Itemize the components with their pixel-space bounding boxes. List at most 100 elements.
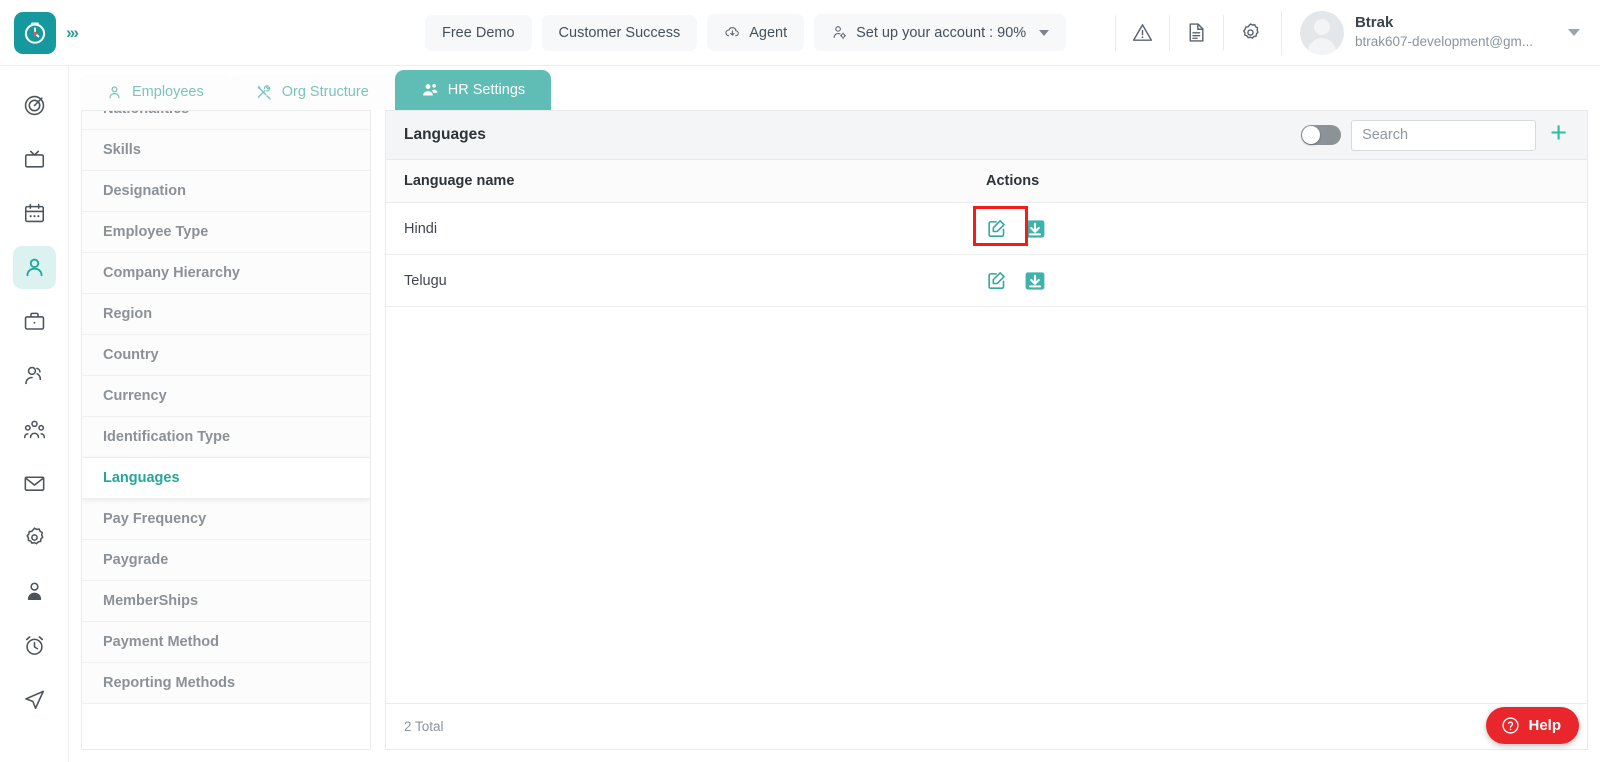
rail-item-employees[interactable] xyxy=(12,246,56,289)
rail-item-teams[interactable] xyxy=(13,408,56,451)
rail-item-users[interactable] xyxy=(13,354,56,397)
total-count-label: 2 Total xyxy=(404,719,444,734)
archive-button-telugu[interactable] xyxy=(1023,269,1047,293)
dashboard-target-icon xyxy=(24,95,44,116)
settings-item-label: Employee Type xyxy=(103,224,209,240)
tools-icon xyxy=(257,84,271,100)
cell-language-name: Hindi xyxy=(404,220,438,237)
tab-org-structure[interactable]: Org Structure xyxy=(229,74,395,110)
archived-toggle[interactable] xyxy=(1301,125,1342,145)
tab-employees[interactable]: Employees xyxy=(80,74,230,110)
column-header-actions: Actions xyxy=(986,173,1040,189)
archive-button-hindi[interactable] xyxy=(973,205,1047,246)
settings-item-company-hierarchy[interactable]: Company Hierarchy xyxy=(82,253,370,294)
settings-item-region[interactable]: Region xyxy=(82,294,370,335)
tv-monitor-icon xyxy=(24,150,44,168)
cell-language-name: Telugu xyxy=(404,272,447,289)
hr-settings-list-inner: Nationalities Skills Designation Employe… xyxy=(82,111,370,704)
table-footer: 2 Total xyxy=(386,703,1587,749)
settings-item-label: Nationalities xyxy=(103,111,189,117)
clock-logo-icon xyxy=(24,22,46,44)
settings-item-reporting-methods[interactable]: Reporting Methods xyxy=(82,663,370,704)
edit-button-telugu[interactable] xyxy=(986,270,1007,291)
rail-item-dashboard[interactable] xyxy=(13,84,56,127)
avatar xyxy=(1299,10,1344,55)
people-icon xyxy=(422,84,438,96)
settings-item-employee-type[interactable]: Employee Type xyxy=(82,212,370,253)
settings-item-memberships[interactable]: MemberShips xyxy=(82,581,370,622)
user-menu-chevron-down-icon[interactable] xyxy=(1568,29,1580,36)
table-row: Hindi xyxy=(386,203,1587,255)
briefcase-icon xyxy=(24,312,44,330)
user-settings-icon xyxy=(833,26,847,40)
agent-label: Agent xyxy=(749,24,788,41)
free-demo-label: Free Demo xyxy=(442,24,515,41)
rail-item-send[interactable] xyxy=(13,678,56,721)
tab-org-structure-label: Org Structure xyxy=(281,84,369,100)
settings-item-skills[interactable]: Skills xyxy=(82,130,370,171)
person-icon xyxy=(25,258,43,277)
archive-download-icon xyxy=(1025,219,1045,238)
settings-item-label: Region xyxy=(103,306,153,322)
settings-item-country[interactable]: Country xyxy=(82,335,370,376)
calendar-icon xyxy=(24,203,44,223)
help-button[interactable]: Help xyxy=(1486,707,1579,744)
document-icon[interactable] xyxy=(1168,14,1223,51)
settings-item-label: Identification Type xyxy=(103,429,231,445)
settings-item-label: MemberShips xyxy=(103,593,199,609)
top-nav-buttons: Free Demo Customer Success Agent Set up … xyxy=(425,14,1067,51)
edit-pencil-icon xyxy=(988,272,1005,289)
toggle-knob xyxy=(1302,126,1321,144)
settings-item-label: Designation xyxy=(103,183,186,199)
archive-download-icon xyxy=(1025,271,1045,290)
settings-item-designation[interactable]: Designation xyxy=(82,171,370,212)
rail-item-calendar[interactable] xyxy=(13,192,56,235)
sidebar-expand-icon[interactable]: ››› xyxy=(66,23,79,43)
table-row: Telugu xyxy=(386,255,1587,307)
customer-success-label: Customer Success xyxy=(558,24,681,41)
alarm-clock-icon xyxy=(25,636,43,655)
settings-item-nationalities[interactable]: Nationalities xyxy=(82,111,370,130)
settings-item-label: Payment Method xyxy=(103,634,220,650)
cell-actions xyxy=(973,205,1047,246)
tab-employees-label: Employees xyxy=(132,84,204,100)
rail-item-mail[interactable] xyxy=(13,462,56,505)
setup-account-button[interactable]: Set up your account : 90% xyxy=(814,14,1067,51)
settings-item-languages[interactable]: Languages xyxy=(82,458,370,499)
user-menu[interactable]: Btrak btrak607-development@gm... xyxy=(1280,10,1588,55)
table-empty-space xyxy=(386,307,1587,703)
tab-hr-settings[interactable]: HR Settings xyxy=(394,70,552,110)
top-bar: ››› Free Demo Customer Success Agent Set… xyxy=(0,0,1600,66)
cell-actions xyxy=(986,269,1047,293)
panel-header: Languages + xyxy=(386,111,1587,160)
rail-item-screens[interactable] xyxy=(13,138,56,181)
rail-item-timer[interactable] xyxy=(13,624,56,667)
settings-item-label: Pay Frequency xyxy=(103,511,207,527)
person-icon xyxy=(109,85,120,98)
settings-item-label: Country xyxy=(103,347,159,363)
edit-button-hindi[interactable] xyxy=(986,218,1007,239)
app-logo[interactable] xyxy=(14,11,56,54)
customer-success-button[interactable]: Customer Success xyxy=(541,14,698,51)
agent-button[interactable]: Agent xyxy=(707,14,805,51)
warning-triangle-icon[interactable] xyxy=(1114,14,1169,51)
settings-item-pay-frequency[interactable]: Pay Frequency xyxy=(82,499,370,540)
settings-item-paygrade[interactable]: Paygrade xyxy=(82,540,370,581)
settings-item-label: Paygrade xyxy=(103,552,169,568)
search-input[interactable] xyxy=(1351,119,1537,151)
settings-item-payment-method[interactable]: Payment Method xyxy=(82,622,370,663)
free-demo-button[interactable]: Free Demo xyxy=(425,14,532,51)
settings-item-identification-type[interactable]: Identification Type xyxy=(82,417,370,458)
page-title: Languages xyxy=(404,126,486,143)
table-header-row: Language name Actions xyxy=(386,160,1587,203)
settings-item-label: Languages xyxy=(103,470,180,486)
rail-item-projects[interactable] xyxy=(13,300,56,343)
settings-item-label: Skills xyxy=(103,142,141,158)
settings-item-currency[interactable]: Currency xyxy=(82,376,370,417)
add-language-button[interactable]: + xyxy=(1546,118,1571,152)
gear-icon[interactable] xyxy=(1222,14,1277,51)
left-icon-rail xyxy=(0,66,69,762)
rail-item-settings[interactable] xyxy=(13,516,56,559)
chevron-down-icon xyxy=(1039,29,1050,36)
rail-item-profile[interactable] xyxy=(13,570,56,613)
